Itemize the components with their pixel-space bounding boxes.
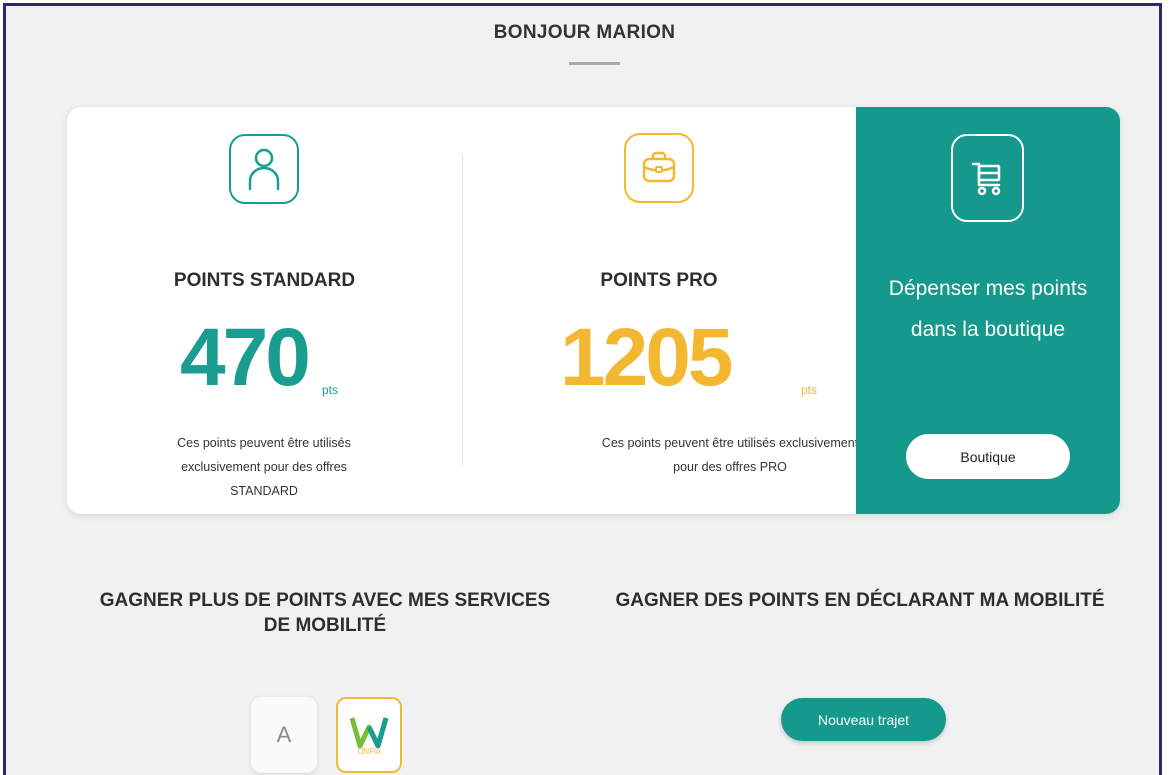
standard-points-title: POINTS STANDARD [173,270,356,291]
page-title: BONJOUR MARION [493,22,676,43]
title-underline [569,62,620,65]
points-card: POINTS STANDARD 470 pts Ces points peuve… [67,107,1120,514]
briefcase-icon [624,133,694,203]
declare-mobility-title: GAGNER DES POINTS EN DÉCLARANT MA MOBILI… [615,590,1105,611]
pro-points-unit: pts [801,383,818,397]
pro-points-value: 1205 [560,312,733,403]
standard-points-unit: pts [322,383,339,397]
app-tile-w[interactable]: UNFlo [336,697,402,773]
shop-column: Dépenser mes points dans la boutique Bou… [856,107,1120,514]
pro-points-title: POINTS PRO [600,270,718,291]
standard-points-column: POINTS STANDARD 470 pts Ces points peuve… [67,107,462,514]
new-trip-button[interactable]: Nouveau trajet [781,698,946,741]
pro-points-description: Ces points peuvent être utilisés exclusi… [601,436,859,474]
app-tile-a[interactable]: A [251,697,317,773]
app-tile-a-label: A [276,722,292,747]
shop-description: Dépenser mes points dans la boutique [888,277,1088,341]
standard-points-value: 470 [180,312,311,403]
w-logo-icon [349,716,389,748]
standard-points-description: Ces points peuvent être utilisés exclusi… [177,436,351,498]
pro-points-column: POINTS PRO 1205 pts Ces points peuvent ê… [462,107,858,514]
app-tile-w-sublabel: UNFlo [357,746,381,756]
user-icon [229,134,299,204]
cart-icon [951,134,1024,222]
shop-button[interactable]: Boutique [906,434,1070,479]
mobility-services-title: GAGNER PLUS DE POINTS AVEC MES SERVICES … [99,590,551,636]
